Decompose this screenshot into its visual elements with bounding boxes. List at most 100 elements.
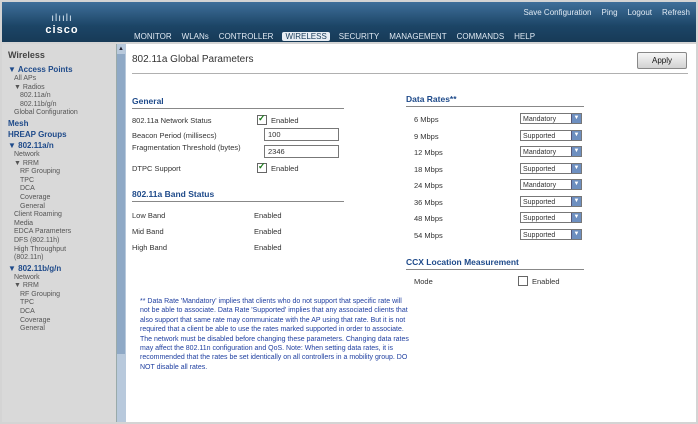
chevron-down-icon[interactable]: ▼ xyxy=(571,229,581,239)
sidebar-item[interactable]: Client Roaming xyxy=(2,211,116,220)
ccx-mode-checkbox[interactable] xyxy=(518,276,528,286)
high-band-value: Enabled xyxy=(254,243,282,252)
menu-security[interactable]: SECURITY xyxy=(338,32,380,41)
sidebar-item[interactable]: Coverage xyxy=(2,194,116,203)
chevron-down-icon[interactable]: ▼ xyxy=(571,196,581,206)
sidebar-item[interactable]: RF Grouping xyxy=(2,291,116,300)
sidebar-item[interactable]: (802.11n) xyxy=(2,254,116,263)
sidebar-item[interactable]: Mesh xyxy=(2,118,116,129)
sidebar-item[interactable]: EDCA Parameters xyxy=(2,228,116,237)
data-rate-label: 18 Mbps xyxy=(414,164,443,174)
menu-commands[interactable]: COMMANDS xyxy=(456,32,506,41)
data-rate-select[interactable]: Supported ▼ xyxy=(520,162,582,174)
data-rates-heading: Data Rates** xyxy=(406,94,457,104)
sidebar-item[interactable]: RF Grouping xyxy=(2,168,116,177)
dtpc-label: DTPC Support xyxy=(132,164,181,173)
sidebar-item[interactable]: ▼ RRM xyxy=(2,282,116,291)
title-divider xyxy=(132,73,688,74)
ping-link[interactable]: Ping xyxy=(602,8,618,17)
chevron-down-icon[interactable]: ▼ xyxy=(571,147,581,156)
data-rate-label: 36 Mbps xyxy=(414,197,443,207)
sidebar-item[interactable]: DFS (802.11h) xyxy=(2,237,116,246)
sidebar-item[interactable]: ▼ 802.11a/n xyxy=(2,140,116,151)
dtpc-checkbox[interactable] xyxy=(257,161,267,173)
low-band-label: Low Band xyxy=(132,211,166,220)
sidebar-item[interactable]: 802.11b/g/n xyxy=(2,101,116,110)
data-rate-select-value: Supported xyxy=(523,215,556,222)
high-band-label: High Band xyxy=(132,243,168,252)
data-rate-select-value: Mandatory xyxy=(523,149,557,156)
ccx-heading: CCX Location Measurement xyxy=(406,257,519,267)
sidebar-item[interactable]: Network xyxy=(2,274,116,283)
sidebar-item[interactable]: General xyxy=(2,325,116,334)
data-rate-label: 54 Mbps xyxy=(414,230,443,240)
fragmentation-input[interactable]: 2346 xyxy=(264,145,339,158)
data-rate-select[interactable]: Mandatory ▼ xyxy=(520,146,582,157)
data-rate-select[interactable]: Supported ▼ xyxy=(520,195,582,207)
sidebar-item[interactable]: General xyxy=(2,203,116,212)
data-rate-select[interactable]: Supported ▼ xyxy=(520,212,582,223)
logout-link[interactable]: Logout xyxy=(628,8,652,17)
sidebar-item[interactable]: ▼ Access Points xyxy=(2,64,116,75)
sidebar-item[interactable]: ▼ RRM xyxy=(2,160,116,169)
sidebar-item[interactable]: 802.11a/n xyxy=(2,92,116,101)
menu-help[interactable]: HELP xyxy=(513,32,536,41)
sidebar-item[interactable]: Global Configuration xyxy=(2,109,116,118)
sidebar-item[interactable]: All APs xyxy=(2,75,116,84)
sidebar-item[interactable]: ▼ Radios xyxy=(2,84,116,93)
chevron-down-icon[interactable]: ▼ xyxy=(571,180,581,189)
data-rate-select[interactable]: Supported ▼ xyxy=(520,228,582,240)
menu-monitor[interactable]: MONITOR xyxy=(133,32,173,41)
network-status-checkbox[interactable] xyxy=(257,113,267,125)
sidebar-scroll-thumb[interactable] xyxy=(117,54,125,354)
refresh-link[interactable]: Refresh xyxy=(662,8,690,17)
application-window: ılıılı cisco Save Configuration Ping Log… xyxy=(0,0,698,424)
data-rate-select-value: Supported xyxy=(523,198,556,206)
data-rate-select-value: Supported xyxy=(523,165,556,173)
general-divider xyxy=(132,108,344,109)
data-rate-label: 24 Mbps xyxy=(414,181,443,190)
data-rate-select[interactable]: Mandatory ▼ xyxy=(520,113,582,124)
apply-button[interactable]: Apply xyxy=(637,52,687,69)
menu-management[interactable]: MANAGEMENT xyxy=(388,32,447,41)
top-header: ılıılı cisco Save Configuration Ping Log… xyxy=(2,2,696,42)
data-rate-select[interactable]: Mandatory ▼ xyxy=(520,179,582,190)
sidebar-item[interactable]: TPC xyxy=(2,177,116,186)
sidebar-item[interactable]: TPC xyxy=(2,299,116,308)
sidebar-item[interactable]: Coverage xyxy=(2,317,116,326)
logo-word: cisco xyxy=(45,24,79,36)
data-rate-select-value: Supported xyxy=(523,132,556,140)
sidebar-item[interactable]: HREAP Groups xyxy=(2,129,116,140)
data-rates-divider xyxy=(406,106,584,107)
beacon-period-input[interactable]: 100 xyxy=(264,128,339,141)
sidebar-title: Wireless xyxy=(8,50,45,60)
sidebar-item[interactable]: Media xyxy=(2,220,116,229)
menu-wlans[interactable]: WLANs xyxy=(181,32,210,41)
sidebar-item[interactable]: DCA xyxy=(2,308,116,317)
ccx-divider xyxy=(406,269,584,270)
menu-wireless[interactable]: WIRELESS xyxy=(282,32,330,41)
sidebar-item[interactable]: Network xyxy=(2,151,116,160)
chevron-down-icon[interactable]: ▼ xyxy=(571,130,581,140)
chevron-down-icon[interactable]: ▼ xyxy=(571,163,581,173)
scroll-up-icon[interactable]: ▲ xyxy=(117,45,125,53)
network-status-value: Enabled xyxy=(271,116,299,125)
chevron-down-icon[interactable]: ▼ xyxy=(571,213,581,222)
sidebar-item[interactable]: DCA xyxy=(2,185,116,194)
data-rate-select[interactable]: Supported ▼ xyxy=(520,129,582,141)
chevron-down-icon[interactable]: ▼ xyxy=(571,114,581,123)
data-rate-label: 6 Mbps xyxy=(414,115,439,124)
ccx-mode-value: Enabled xyxy=(532,277,560,286)
top-links: Save Configuration Ping Logout Refresh xyxy=(523,8,690,17)
sidebar-item[interactable]: High Throughput xyxy=(2,246,116,255)
menu-controller[interactable]: CONTROLLER xyxy=(218,32,275,41)
sidebar-tree: ▼ Access Points All APs ▼ Radios 802.11a/n 8… xyxy=(2,64,116,334)
data-rate-label: 9 Mbps xyxy=(414,131,439,141)
sidebar-item[interactable]: ▼ 802.11b/g/n xyxy=(2,263,116,274)
low-band-value: Enabled xyxy=(254,211,282,220)
mid-band-value: Enabled xyxy=(254,227,282,236)
mid-band-label: Mid Band xyxy=(132,227,164,236)
ccx-mode-label: Mode xyxy=(414,277,433,286)
save-configuration-link[interactable]: Save Configuration xyxy=(523,8,591,17)
page-title: 802.11a Global Parameters xyxy=(132,54,254,65)
